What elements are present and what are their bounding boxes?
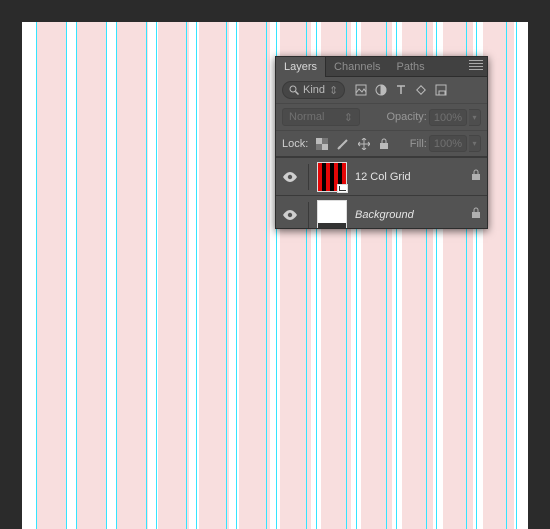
filter-text-icon[interactable]: [395, 84, 407, 96]
smart-object-badge-icon: [337, 184, 348, 193]
fill-value[interactable]: 100%: [429, 135, 467, 152]
grid-column: [239, 22, 270, 529]
layer-thumbnail[interactable]: [317, 200, 347, 229]
panel-tabbar: Layers Channels Paths: [276, 57, 487, 77]
lock-icon[interactable]: [471, 207, 481, 222]
grid-column: [77, 22, 108, 529]
row-divider: [308, 164, 309, 190]
fill-control: Fill: 100% ▾: [410, 135, 481, 152]
layer-row[interactable]: Background: [276, 196, 487, 228]
opacity-value[interactable]: 100%: [429, 109, 467, 126]
lock-all-icon[interactable]: [379, 138, 389, 150]
lock-row: Lock: Fill: 100% ▾: [276, 131, 487, 157]
blend-row: Normal ⇕ Opacity: 100% ▾: [276, 104, 487, 131]
chevron-down-icon[interactable]: ▾: [469, 135, 481, 152]
eye-icon: [283, 210, 297, 220]
layer-list: 12 Col Grid Background: [276, 157, 487, 228]
filter-shape-icon[interactable]: [415, 84, 427, 96]
visibility-toggle[interactable]: [280, 210, 300, 220]
layers-panel: Layers Channels Paths Kind ⇕ N: [275, 56, 488, 229]
filter-kind-label: Kind: [303, 84, 325, 96]
row-divider: [308, 202, 309, 228]
lock-icons: [316, 138, 389, 150]
tab-channels[interactable]: Channels: [326, 57, 388, 77]
lock-icon[interactable]: [471, 169, 481, 184]
filter-type-icons: [355, 84, 447, 96]
tab-paths[interactable]: Paths: [389, 57, 433, 77]
grid-column: [158, 22, 189, 529]
grid-column: [36, 22, 67, 529]
layer-thumbnail[interactable]: [317, 162, 347, 192]
lock-label: Lock:: [282, 138, 308, 150]
filter-kind-select[interactable]: Kind ⇕: [282, 81, 345, 99]
tab-layers[interactable]: Layers: [276, 57, 326, 77]
chevron-updown-icon: ⇕: [329, 84, 338, 97]
chevron-updown-icon: ⇕: [344, 111, 353, 124]
filter-pixel-icon[interactable]: [355, 84, 367, 96]
blend-mode-value: Normal: [289, 111, 324, 123]
grid-column: [117, 22, 148, 529]
visibility-toggle[interactable]: [280, 172, 300, 182]
eye-icon: [283, 172, 297, 182]
lock-move-icon[interactable]: [358, 138, 370, 150]
opacity-label: Opacity:: [387, 111, 427, 123]
layer-filter-row: Kind ⇕: [276, 77, 487, 104]
opacity-control: Opacity: 100% ▾: [387, 109, 482, 126]
grid-column: [199, 22, 230, 529]
layer-name-label[interactable]: 12 Col Grid: [355, 171, 463, 183]
lock-image-icon[interactable]: [337, 138, 349, 150]
chevron-down-icon[interactable]: ▾: [469, 109, 481, 126]
panel-menu-icon[interactable]: [469, 60, 483, 70]
lock-transparent-icon[interactable]: [316, 138, 328, 150]
layer-row[interactable]: 12 Col Grid: [276, 158, 487, 196]
fill-label: Fill:: [410, 138, 427, 150]
blend-mode-select[interactable]: Normal ⇕: [282, 108, 360, 126]
photoshop-workspace: Layers Channels Paths Kind ⇕ N: [0, 0, 550, 529]
filter-adjustment-icon[interactable]: [375, 84, 387, 96]
filter-smart-icon[interactable]: [435, 84, 447, 96]
layer-name-label[interactable]: Background: [355, 209, 463, 221]
